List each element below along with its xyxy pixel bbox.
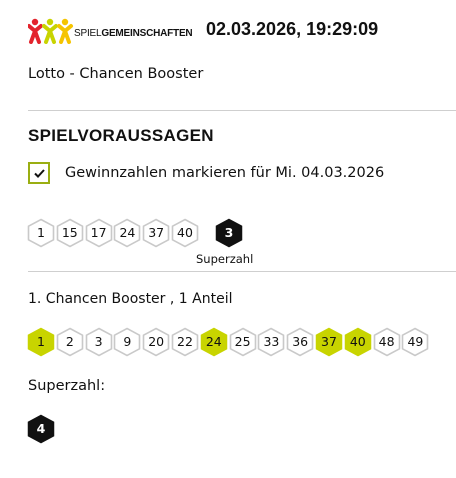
tip-number: 9	[113, 327, 141, 357]
number-value: 37	[148, 225, 165, 240]
number-value: 1	[37, 334, 45, 349]
tip-number-hit: 37	[315, 327, 343, 357]
tip-number-hit: 40	[344, 327, 372, 357]
print-datetime: 02.03.2026, 19:29:09	[206, 19, 379, 39]
tip-number: 33	[257, 327, 285, 357]
tip-number: 25	[229, 327, 257, 357]
number-value: 33	[263, 334, 280, 349]
prediction-number: 37	[142, 218, 170, 248]
tip-title: 1. Chancen Booster , 1 Anteil	[28, 291, 233, 307]
tip-number: 22	[171, 327, 199, 357]
tip-number: 48	[373, 327, 401, 357]
logo-wordmark: SPIELGEMEINSCHAFTEN	[74, 28, 193, 40]
tip-number: 2	[56, 327, 84, 357]
section-title: SPIELVORAUSSAGEN	[28, 126, 214, 145]
number-value: 25	[234, 334, 251, 349]
number-value: 22	[177, 334, 193, 349]
number-value: 2	[65, 334, 74, 349]
number-value: 36	[292, 334, 309, 349]
number-value: 3	[224, 225, 234, 240]
tip-number-hit: 24	[200, 327, 228, 357]
prediction-number: 1	[27, 218, 55, 248]
number-value: 1	[37, 225, 45, 240]
number-value: 4	[36, 421, 46, 436]
tip-number: 49	[401, 327, 429, 357]
superzahl-caption: Superzahl	[196, 252, 254, 266]
number-value: 15	[61, 225, 78, 240]
mark-winning-numbers-row[interactable]: Gewinnzahlen markieren für Mi. 04.03.202…	[28, 162, 448, 188]
logo-wordmark-suffix: GEMEINSCHAFTEN	[101, 28, 193, 39]
checkmark-icon	[34, 169, 45, 178]
divider-middle	[28, 271, 456, 272]
logo-wordmark-prefix: SPIEL	[74, 28, 102, 39]
mark-winning-numbers-checkbox[interactable]	[28, 162, 50, 184]
tip-number: 20	[142, 327, 170, 357]
mark-winning-numbers-label: Gewinnzahlen markieren für Mi. 04.03.202…	[65, 165, 385, 181]
prediction-number: 15	[56, 218, 84, 248]
number-value: 49	[407, 334, 424, 349]
prediction-number: 17	[85, 218, 113, 248]
number-value: 40	[177, 225, 193, 240]
prediction-superzahl-number: 3	[215, 218, 243, 248]
logo-figures-icon	[28, 18, 73, 44]
prediction-number: 24	[113, 218, 141, 248]
tip-number-hit: 1	[27, 327, 55, 357]
number-value: 48	[378, 334, 395, 349]
number-value: 24	[205, 334, 222, 349]
number-value: 20	[148, 334, 165, 349]
product-name: Lotto - Chancen Booster	[28, 66, 204, 82]
tip-number: 36	[286, 327, 314, 357]
number-value: 24	[119, 225, 136, 240]
number-value: 3	[94, 334, 103, 349]
prediction-number: 40	[171, 218, 199, 248]
tip-superzahl-label: Superzahl:	[28, 378, 106, 394]
divider-top	[28, 110, 456, 111]
tip-superzahl-number: 4	[27, 414, 55, 444]
spielgemeinschaften-logo[interactable]: SPIELGEMEINSCHAFTEN	[28, 18, 193, 44]
header: SPIELGEMEINSCHAFTEN 02.03.2026, 19:29:09	[28, 16, 448, 46]
tip-number: 3	[85, 327, 113, 357]
number-value: 37	[321, 334, 337, 349]
number-value: 9	[123, 334, 132, 349]
number-value: 17	[90, 225, 107, 240]
number-value: 40	[349, 334, 366, 349]
